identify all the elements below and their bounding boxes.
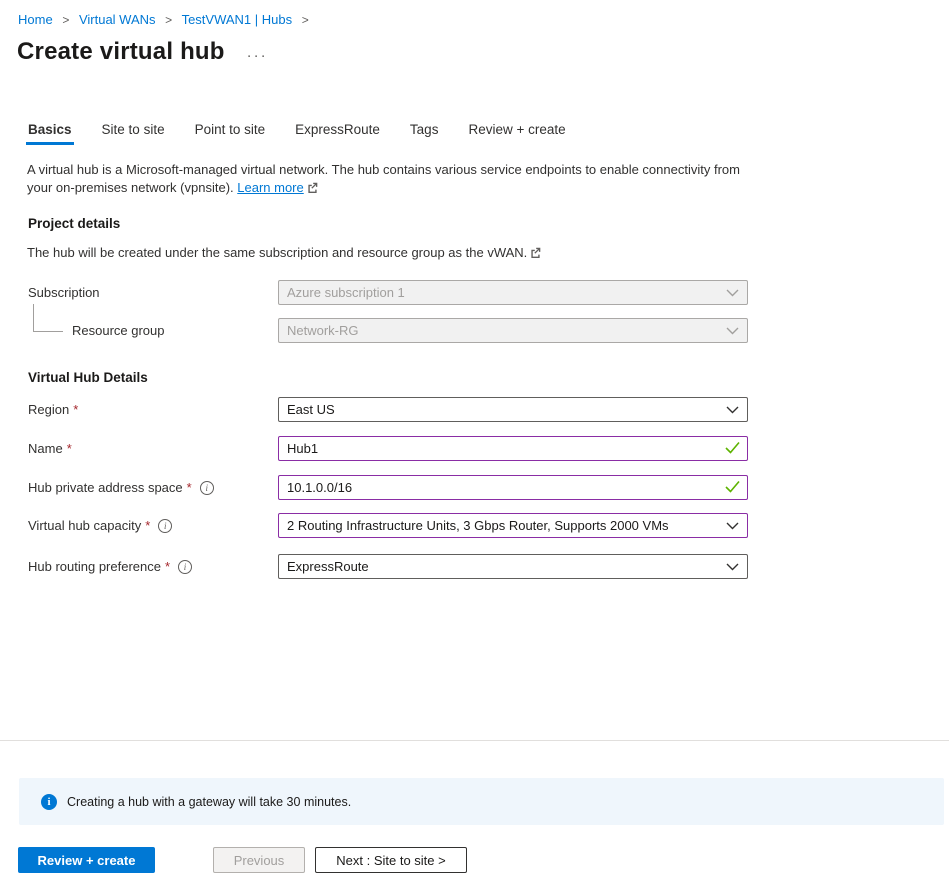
routing-preference-label: Hub routing preference * i	[28, 559, 278, 574]
capacity-dropdown[interactable]: 2 Routing Infrastructure Units, 3 Gbps R…	[278, 513, 748, 538]
region-control: East US	[278, 397, 748, 422]
info-icon[interactable]: i	[178, 560, 192, 574]
info-banner-icon: i	[41, 794, 57, 810]
capacity-label: Virtual hub capacity * i	[28, 518, 278, 533]
valid-check-icon	[725, 480, 740, 495]
tab-review-create[interactable]: Review + create	[468, 122, 565, 145]
previous-button: Previous	[213, 847, 305, 873]
breadcrumb-separator: >	[302, 13, 309, 27]
project-details-heading: Project details	[28, 216, 120, 231]
breadcrumb-separator: >	[62, 13, 69, 27]
subscription-dropdown: Azure subscription 1	[278, 280, 748, 305]
next-site-to-site-button[interactable]: Next : Site to site >	[315, 847, 467, 873]
more-menu-icon[interactable]: ···	[247, 41, 268, 64]
resource-group-dropdown: Network-RG	[278, 318, 748, 343]
tab-tags[interactable]: Tags	[410, 122, 439, 145]
external-link-icon	[530, 246, 541, 261]
info-icon[interactable]: i	[200, 481, 214, 495]
virtual-hub-details-heading: Virtual Hub Details	[28, 370, 148, 385]
subscription-value: Azure subscription 1	[287, 285, 405, 300]
chevron-down-icon	[726, 285, 739, 300]
breadcrumb-home[interactable]: Home	[18, 12, 53, 27]
region-label: Region *	[28, 402, 278, 417]
page-title: Create virtual hub	[17, 38, 225, 66]
chevron-down-icon	[726, 402, 739, 417]
tab-expressroute[interactable]: ExpressRoute	[295, 122, 380, 145]
name-row: Name *	[28, 436, 748, 461]
tab-point-to-site[interactable]: Point to site	[195, 122, 266, 145]
name-input[interactable]	[278, 436, 748, 461]
intro-text: A virtual hub is a Microsoft-managed vir…	[27, 161, 757, 198]
info-banner: i Creating a hub with a gateway will tak…	[19, 778, 944, 825]
region-label-text: Region	[28, 402, 69, 417]
resource-group-control: Network-RG	[278, 318, 748, 343]
capacity-row: Virtual hub capacity * i 2 Routing Infra…	[28, 513, 748, 538]
required-asterisk: *	[73, 402, 78, 417]
breadcrumb-separator: >	[165, 13, 172, 27]
project-details-description: The hub will be created under the same s…	[27, 245, 541, 261]
footer-divider	[0, 740, 949, 741]
external-link-icon	[307, 180, 318, 198]
info-banner-text: Creating a hub with a gateway will take …	[67, 795, 351, 809]
breadcrumb: Home > Virtual WANs > TestVWAN1 | Hubs >	[18, 12, 315, 27]
region-row: Region * East US	[28, 397, 748, 422]
required-asterisk: *	[165, 559, 170, 574]
chevron-down-icon	[726, 518, 739, 533]
capacity-control: 2 Routing Infrastructure Units, 3 Gbps R…	[278, 513, 748, 538]
resource-group-row: Resource group Network-RG	[28, 318, 748, 343]
routing-preference-value: ExpressRoute	[287, 559, 369, 574]
breadcrumb-virtual-wans[interactable]: Virtual WANs	[79, 12, 156, 27]
chevron-down-icon	[726, 559, 739, 574]
name-label-text: Name	[28, 441, 63, 456]
info-icon[interactable]: i	[158, 519, 172, 533]
routing-preference-row: Hub routing preference * i ExpressRoute	[28, 554, 748, 579]
create-virtual-hub-page: Home > Virtual WANs > TestVWAN1 | Hubs >…	[0, 0, 949, 876]
address-space-label-text: Hub private address space	[28, 480, 183, 495]
name-control	[278, 436, 748, 461]
region-dropdown[interactable]: East US	[278, 397, 748, 422]
capacity-label-text: Virtual hub capacity	[28, 518, 141, 533]
resource-group-value: Network-RG	[287, 323, 359, 338]
address-space-control	[278, 475, 748, 500]
routing-preference-label-text: Hub routing preference	[28, 559, 161, 574]
intro-description: A virtual hub is a Microsoft-managed vir…	[27, 162, 740, 195]
resource-group-label: Resource group	[28, 323, 278, 338]
region-value: East US	[287, 402, 335, 417]
subscription-control: Azure subscription 1	[278, 280, 748, 305]
required-asterisk: *	[145, 518, 150, 533]
valid-check-icon	[725, 441, 740, 456]
review-create-button[interactable]: Review + create	[18, 847, 155, 873]
capacity-value: 2 Routing Infrastructure Units, 3 Gbps R…	[287, 518, 669, 533]
address-space-row: Hub private address space * i	[28, 475, 748, 500]
learn-more-link[interactable]: Learn more	[237, 180, 303, 195]
address-space-label: Hub private address space * i	[28, 480, 278, 495]
tab-bar: Basics Site to site Point to site Expres…	[28, 122, 566, 145]
routing-preference-control: ExpressRoute	[278, 554, 748, 579]
title-row: Create virtual hub ···	[17, 38, 268, 66]
tab-site-to-site[interactable]: Site to site	[102, 122, 165, 145]
breadcrumb-testvwan1-hubs[interactable]: TestVWAN1 | Hubs	[182, 12, 293, 27]
name-label: Name *	[28, 441, 278, 456]
required-asterisk: *	[187, 480, 192, 495]
project-description-text: The hub will be created under the same s…	[27, 245, 527, 260]
tab-basics[interactable]: Basics	[28, 122, 72, 145]
address-space-input[interactable]	[278, 475, 748, 500]
subscription-row: Subscription Azure subscription 1	[28, 280, 748, 305]
routing-preference-dropdown[interactable]: ExpressRoute	[278, 554, 748, 579]
chevron-down-icon	[726, 323, 739, 338]
subscription-label: Subscription	[28, 285, 278, 300]
required-asterisk: *	[67, 441, 72, 456]
footer-buttons: Review + create Previous Next : Site to …	[18, 847, 467, 873]
